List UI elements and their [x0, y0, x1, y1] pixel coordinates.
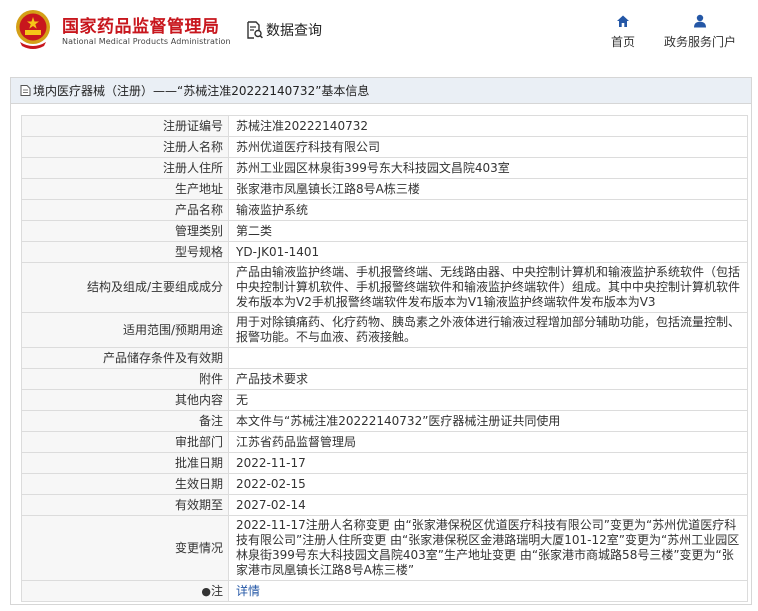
row-value: 2022-11-17	[228, 452, 748, 474]
row-label: 生效日期	[21, 473, 229, 495]
row-label: 产品储存条件及有效期	[21, 347, 229, 369]
row-label: 注册人住所	[21, 157, 229, 179]
row-value: 详情	[228, 580, 748, 602]
row-label: 结构及组成/主要组成成分	[21, 262, 229, 313]
table-row: 注册证编号 苏械注准20222140732	[21, 115, 748, 137]
row-label: 适用范围/预期用途	[21, 312, 229, 348]
site-subtitle: National Medical Products Administration	[62, 37, 231, 46]
device-info-table: 注册证编号 苏械注准20222140732 注册人名称 苏州优道医疗科技有限公司…	[21, 115, 748, 602]
row-value: 苏械注准20222140732	[228, 115, 748, 137]
table-row: 型号规格 YD-JK01-1401	[21, 241, 748, 263]
row-label: 注册证编号	[21, 115, 229, 137]
row-value: 本文件与“苏械注准20222140732”医疗器械注册证共同使用	[228, 410, 748, 432]
row-value: 第二类	[228, 220, 748, 242]
table-row: ●注 详情	[21, 580, 748, 602]
row-label: 附件	[21, 368, 229, 390]
table-row: 管理类别 第二类	[21, 220, 748, 242]
table-row: 变更情况 2022-11-17注册人名称变更 由“张家港保税区优道医疗科技有限公…	[21, 515, 748, 581]
device-info-panel: 境内医疗器械（注册）——“苏械注准20222140732”基本信息 注册证编号 …	[10, 77, 752, 605]
nav-home-label: 首页	[610, 35, 635, 49]
row-value: 产品技术要求	[228, 368, 748, 390]
row-value	[228, 347, 748, 369]
table-row: 产品名称 输液监护系统	[21, 199, 748, 221]
row-value: 2022-11-17注册人名称变更 由“张家港保税区优道医疗科技有限公司”变更为…	[228, 515, 748, 581]
row-value: 2022-02-15	[228, 473, 748, 495]
row-value: YD-JK01-1401	[228, 241, 748, 263]
table-row: 审批部门 江苏省药品监督管理局	[21, 431, 748, 453]
panel-title-bar: 境内医疗器械（注册）——“苏械注准20222140732”基本信息	[11, 78, 751, 104]
table-row: 产品储存条件及有效期	[21, 347, 748, 369]
site-title: 国家药品监督管理局	[62, 17, 220, 37]
row-label: 备注	[21, 410, 229, 432]
nav-home[interactable]: 首页	[606, 14, 640, 50]
row-label: 批准日期	[21, 452, 229, 474]
row-label: 管理类别	[21, 220, 229, 242]
user-icon	[694, 14, 706, 28]
row-label: 型号规格	[21, 241, 229, 263]
row-label: ●注	[21, 580, 229, 602]
row-value: 苏州工业园区林泉街399号东大科技园文昌院403室	[228, 157, 748, 179]
table-row: 注册人住所 苏州工业园区林泉街399号东大科技园文昌院403室	[21, 157, 748, 179]
table-row: 适用范围/预期用途 用于对除镇痛药、化疗药物、胰岛素之外液体进行输液过程增加部分…	[21, 312, 748, 348]
detail-link[interactable]: 详情	[236, 584, 260, 598]
row-label: 产品名称	[21, 199, 229, 221]
row-label: 注册人名称	[21, 136, 229, 158]
nav-gov-service-portal[interactable]: 政务服务门户	[660, 14, 740, 50]
data-query-label: 数据查询	[266, 23, 322, 39]
row-value: 产品由输液监护终端、手机报警终端、无线路由器、中央控制计算机和输液监护系统软件（…	[228, 262, 748, 313]
note-label: 注	[210, 583, 223, 598]
table-row: 生效日期 2022-02-15	[21, 473, 748, 495]
table-row: 备注 本文件与“苏械注准20222140732”医疗器械注册证共同使用	[21, 410, 748, 432]
row-value: 无	[228, 389, 748, 411]
row-value: 苏州优道医疗科技有限公司	[228, 136, 748, 158]
table-row: 有效期至 2027-02-14	[21, 494, 748, 516]
panel-title: 境内医疗器械（注册）——“苏械注准20222140732”基本信息	[33, 83, 370, 98]
row-label: 生产地址	[21, 178, 229, 200]
table-row: 结构及组成/主要组成成分 产品由输液监护终端、手机报警终端、无线路由器、中央控制…	[21, 262, 748, 313]
row-value: 江苏省药品监督管理局	[228, 431, 748, 453]
site-header: 国家药品监督管理局 National Medical Products Admi…	[0, 0, 758, 68]
row-value: 张家港市凤凰镇长江路8号A栋三楼	[228, 178, 748, 200]
row-label: 有效期至	[21, 494, 229, 516]
row-label: 其他内容	[21, 389, 229, 411]
table-row: 生产地址 张家港市凤凰镇长江路8号A栋三楼	[21, 178, 748, 200]
home-icon	[617, 15, 629, 27]
table-row: 批准日期 2022-11-17	[21, 452, 748, 474]
national-emblem-icon	[16, 10, 50, 49]
document-icon	[20, 85, 31, 96]
data-query-link[interactable]: 数据查询	[246, 20, 322, 40]
table-row: 附件 产品技术要求	[21, 368, 748, 390]
row-value: 输液监护系统	[228, 199, 748, 221]
table-row: 其他内容 无	[21, 389, 748, 411]
row-label: 审批部门	[21, 431, 229, 453]
row-label: 变更情况	[21, 515, 229, 581]
nav-gov-label: 政务服务门户	[663, 35, 736, 49]
table-row: 注册人名称 苏州优道医疗科技有限公司	[21, 136, 748, 158]
document-search-icon	[247, 21, 263, 39]
row-value: 用于对除镇痛药、化疗药物、胰岛素之外液体进行输液过程增加部分辅助功能，包括流量控…	[228, 312, 748, 348]
row-value: 2027-02-14	[228, 494, 748, 516]
pin-icon: ●	[201, 584, 211, 598]
